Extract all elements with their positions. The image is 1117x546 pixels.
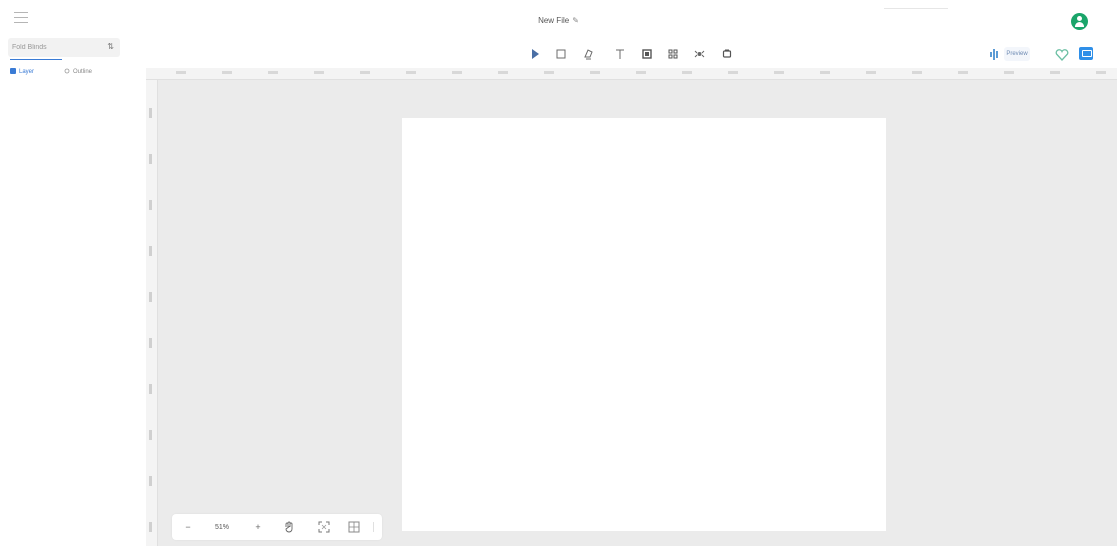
- top-divider: [884, 8, 948, 9]
- ruler-tick: [149, 384, 152, 394]
- pen-icon[interactable]: [581, 47, 595, 61]
- canvas-area[interactable]: [146, 68, 1117, 546]
- pointer-icon[interactable]: [528, 47, 542, 61]
- audio-bars-icon[interactable]: [990, 48, 1000, 60]
- ruler-tick: [176, 71, 186, 74]
- sort-icon[interactable]: ⇅: [107, 42, 114, 51]
- ruler-tick: [149, 108, 152, 118]
- ruler-tick: [1096, 71, 1106, 74]
- search-input[interactable]: [8, 38, 96, 57]
- ruler-tick: [268, 71, 278, 74]
- edit-pencil-icon[interactable]: ✎: [572, 16, 579, 25]
- preview-button[interactable]: Preview: [1004, 47, 1030, 61]
- ruler-tick: [149, 338, 152, 348]
- artboard[interactable]: [402, 118, 886, 531]
- ruler-tick: [222, 71, 232, 74]
- hotspot-icon[interactable]: [692, 47, 706, 61]
- ruler-tick: [866, 71, 876, 74]
- ruler-tick: [958, 71, 968, 74]
- ruler-tick: [682, 71, 692, 74]
- ruler-tick: [636, 71, 646, 74]
- zoom-in-button[interactable]: +: [252, 520, 264, 534]
- text-icon[interactable]: [613, 47, 627, 61]
- heart-icon[interactable]: [1055, 48, 1069, 61]
- ruler-tick: [820, 71, 830, 74]
- file-title-text: New File: [538, 16, 570, 25]
- fit-screen-icon[interactable]: [317, 520, 331, 534]
- outline-icon: [64, 68, 70, 74]
- vertical-ruler: [146, 80, 158, 546]
- ruler-tick: [149, 200, 152, 210]
- tab-outline-label: Outline: [73, 69, 93, 75]
- tab-layer[interactable]: Layer: [10, 68, 34, 75]
- ruler-tick: [149, 154, 152, 164]
- horizontal-ruler: [146, 68, 1117, 80]
- frame-icon[interactable]: [640, 47, 654, 61]
- ruler-tick: [149, 430, 152, 440]
- ruler-tick: [774, 71, 784, 74]
- search-box: ⇅: [8, 38, 120, 57]
- file-title[interactable]: New File ✎: [0, 16, 1117, 25]
- left-sidebar: ⇅ Layer Outline: [0, 36, 146, 546]
- user-avatar-icon[interactable]: [1071, 13, 1088, 30]
- ruler-tick: [590, 71, 600, 74]
- ruler-tick: [314, 71, 324, 74]
- grid-icon[interactable]: [347, 520, 361, 534]
- ruler-tick: [498, 71, 508, 74]
- ruler-tick: [149, 522, 152, 532]
- hand-tool-icon[interactable]: [282, 520, 296, 534]
- ruler-tick: [149, 292, 152, 302]
- tab-outline[interactable]: Outline: [64, 68, 92, 75]
- top-bar: New File ✎: [0, 0, 1117, 36]
- zoom-controls: − 51% +: [172, 514, 382, 540]
- ruler-tick: [912, 71, 922, 74]
- zoom-out-button[interactable]: −: [182, 520, 194, 534]
- ruler-tick: [1050, 71, 1060, 74]
- ruler-tick: [406, 71, 416, 74]
- ruler-tick: [149, 476, 152, 486]
- ruler-tick: [1004, 71, 1014, 74]
- ruler-tick: [360, 71, 370, 74]
- rectangle-icon[interactable]: [554, 47, 568, 61]
- zoom-separator: [373, 522, 374, 532]
- share-button[interactable]: [1079, 47, 1093, 60]
- ruler-tick: [149, 246, 152, 256]
- ruler-tick: [544, 71, 554, 74]
- zoom-level[interactable]: 51%: [210, 520, 234, 534]
- ruler-tick: [728, 71, 738, 74]
- ruler-tick: [452, 71, 462, 74]
- tab-layer-label: Layer: [19, 69, 35, 75]
- layers-icon: [10, 68, 16, 74]
- active-tab-underline: [10, 59, 62, 60]
- component-icon[interactable]: [666, 47, 680, 61]
- layer-icon[interactable]: [720, 47, 734, 61]
